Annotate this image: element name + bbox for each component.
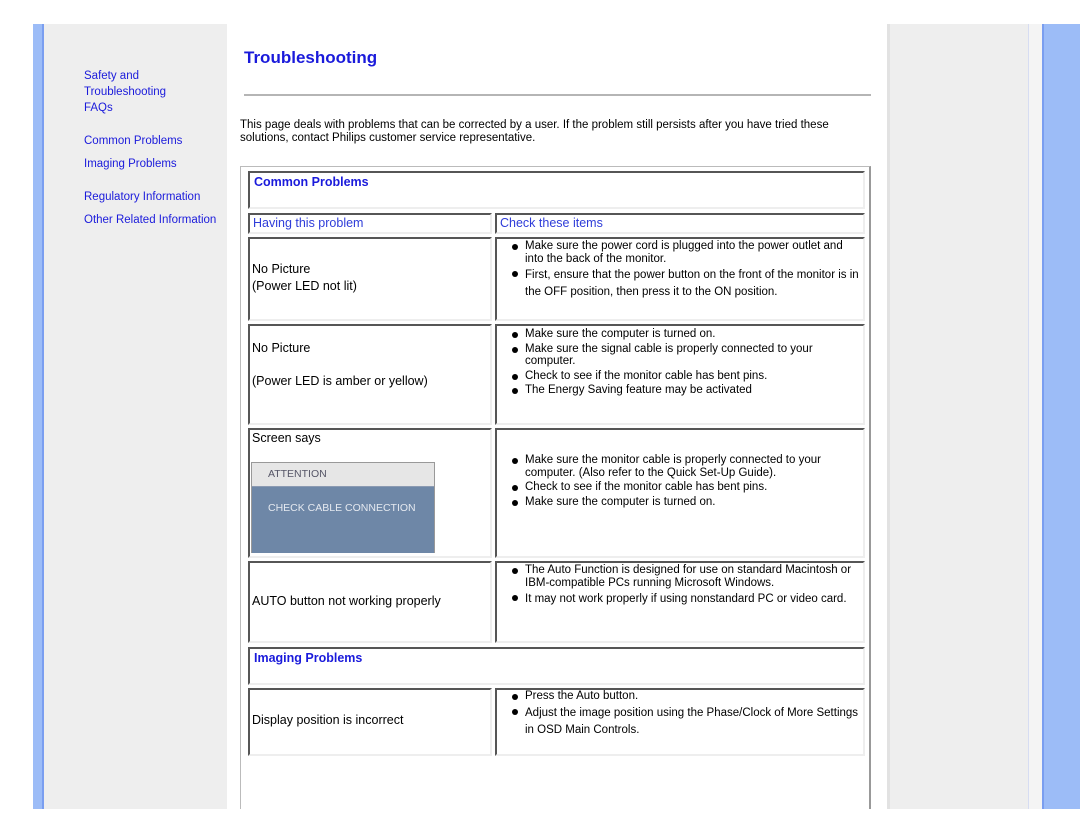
table-row-problem: AUTO button not working properly <box>248 561 492 643</box>
intro-text: This page deals with problems that can b… <box>240 119 829 144</box>
right-accent-strip <box>1042 24 1080 809</box>
right-panel <box>887 24 1028 809</box>
table-row-solutions: Make sure the computer is turned on. Mak… <box>495 324 865 425</box>
solution-list: The Auto Function is designed for use on… <box>497 563 863 608</box>
solution-list: Make sure the power cord is plugged into… <box>497 239 863 301</box>
osd-title: ATTENTION <box>252 463 434 487</box>
sidebar-link-other-info[interactable]: Other Related Information <box>84 212 229 228</box>
page-title: Troubleshooting <box>244 48 378 67</box>
problem-line: (Power LED not lit) <box>252 279 357 293</box>
table-row-problem: No Picture (Power LED is amber or yellow… <box>248 324 492 425</box>
problem-line: No Picture <box>252 262 311 276</box>
solution-item: Make sure the monitor cable is properly … <box>512 454 863 479</box>
solution-list: Make sure the monitor cable is properly … <box>497 430 863 508</box>
solution-item: Make sure the computer is turned on. <box>512 496 863 509</box>
sidebar-link-imaging-problems[interactable]: Imaging Problems <box>84 156 229 172</box>
problem-text: No Picture (Power LED not lit) <box>250 239 490 295</box>
solution-item: The Energy Saving feature may be activat… <box>512 384 863 397</box>
solution-item: Press the Auto button. <box>512 690 863 703</box>
solution-item: Check to see if the monitor cable has be… <box>512 370 863 383</box>
solution-item: Check to see if the monitor cable has be… <box>512 481 863 494</box>
right-pale-strip <box>1028 24 1042 809</box>
sidebar-nav: Safety and Troubleshooting FAQs Common P… <box>84 68 229 228</box>
main-content: Troubleshooting This page deals with pro… <box>227 24 887 809</box>
solution-item: Make sure the signal cable is properly c… <box>512 343 863 368</box>
column-header-problem-label: Having this problem <box>253 216 364 230</box>
sidebar-link-common-problems[interactable]: Common Problems <box>84 133 229 149</box>
osd-message-box: ATTENTION CHECK CABLE CONNECTION <box>251 462 435 553</box>
problem-line: (Power LED is amber or yellow) <box>252 374 428 388</box>
problem-line: No Picture <box>252 341 311 355</box>
table-row-problem: Display position is incorrect <box>248 688 492 756</box>
problem-text: No Picture (Power LED is amber or yellow… <box>250 326 490 390</box>
osd-message: CHECK CABLE CONNECTION <box>252 487 434 553</box>
column-header-check-label: Check these items <box>500 216 603 230</box>
left-accent-strip <box>33 24 42 809</box>
table-row-problem: Screen says ATTENTION CHECK CABLE CONNEC… <box>248 428 492 558</box>
solution-item: Make sure the computer is turned on. <box>512 328 863 341</box>
table-row-solutions: Make sure the monitor cable is properly … <box>495 428 865 558</box>
section-title-imaging: Imaging Problems <box>254 651 363 665</box>
sidebar-link-troubleshooting[interactable]: Troubleshooting <box>84 84 229 100</box>
solution-item: The Auto Function is designed for use on… <box>512 564 863 589</box>
problem-text: AUTO button not working properly <box>252 594 441 608</box>
section-header-imaging: Imaging Problems <box>248 647 865 685</box>
solution-list: Make sure the computer is turned on. Mak… <box>497 326 863 397</box>
column-header-problem: Having this problem <box>248 213 492 234</box>
table-row-solutions: Make sure the power cord is plugged into… <box>495 237 865 321</box>
sidebar-link-regulatory[interactable]: Regulatory Information <box>84 189 229 205</box>
column-header-check: Check these items <box>495 213 865 234</box>
troubleshooting-table: Common Problems Having this problem Chec… <box>240 166 871 809</box>
divider <box>244 94 871 96</box>
section-header-common: Common Problems <box>248 171 865 209</box>
table-row-solutions: Press the Auto button. Adjust the image … <box>495 688 865 756</box>
problem-text: Screen says <box>252 431 321 445</box>
sidebar-link-safety[interactable]: Safety and <box>84 68 229 84</box>
solution-item: It may not work properly if using nonsta… <box>512 591 863 608</box>
solution-item: Make sure the power cord is plugged into… <box>512 240 863 265</box>
sidebar: Safety and Troubleshooting FAQs Common P… <box>44 24 227 809</box>
sidebar-link-faqs[interactable]: FAQs <box>84 100 229 116</box>
table-row-solutions: The Auto Function is designed for use on… <box>495 561 865 643</box>
table-row-problem: No Picture (Power LED not lit) <box>248 237 492 321</box>
section-title-common: Common Problems <box>254 175 369 189</box>
solution-item: Adjust the image position using the Phas… <box>512 705 863 739</box>
solution-item: First, ensure that the power button on t… <box>512 267 863 301</box>
problem-text: Display position is incorrect <box>252 713 404 727</box>
solution-list: Press the Auto button. Adjust the image … <box>497 690 863 739</box>
